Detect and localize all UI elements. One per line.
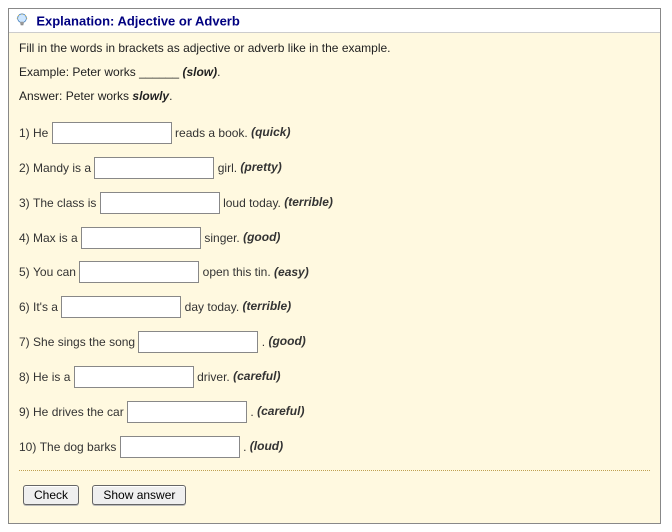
- question-number: 9): [19, 401, 30, 423]
- question-number: 6): [19, 296, 30, 318]
- answer-input-3[interactable]: [100, 192, 220, 214]
- question-before: You can: [33, 261, 76, 283]
- question-hint: (pretty): [240, 160, 281, 174]
- lightbulb-icon: [15, 13, 29, 27]
- answer-input-5[interactable]: [79, 261, 199, 283]
- question-before: Max is a: [33, 227, 78, 249]
- answer-input-6[interactable]: [61, 296, 181, 318]
- answer-label: Answer:: [19, 89, 62, 103]
- button-bar: Check Show answer: [19, 481, 650, 515]
- question-number: 7): [19, 331, 30, 353]
- question-row: 5) You can open this tin. (easy): [19, 261, 650, 284]
- question-number: 10): [19, 436, 36, 458]
- example-suffix: .: [217, 65, 220, 79]
- question-hint: (terrible): [243, 299, 292, 313]
- question-before: The class is: [33, 192, 96, 214]
- question-after: open this tin.: [203, 261, 271, 283]
- answer-input-2[interactable]: [94, 157, 214, 179]
- question-before: She sings the song: [33, 331, 135, 353]
- question-row: 8) He is a driver. (careful): [19, 365, 650, 388]
- question-after: .: [262, 331, 265, 353]
- question-row: 4) Max is a singer. (good): [19, 226, 650, 249]
- answer-before: Peter works: [66, 89, 129, 103]
- question-before: It's a: [33, 296, 58, 318]
- question-row: 1) He reads a book. (quick): [19, 121, 650, 144]
- answer-input-1[interactable]: [52, 122, 172, 144]
- question-after: girl.: [218, 157, 237, 179]
- question-after: driver.: [197, 366, 230, 388]
- show-answer-button[interactable]: Show answer: [92, 485, 186, 505]
- header: Explanation: Adjective or Adverb: [9, 9, 660, 33]
- question-hint: (loud): [250, 439, 283, 453]
- question-hint: (careful): [257, 404, 304, 418]
- question-list: 1) He reads a book. (quick) 2) Mandy is …: [19, 121, 650, 457]
- question-after: reads a book.: [175, 122, 248, 144]
- question-number: 3): [19, 192, 30, 214]
- instructions: Fill in the words in brackets as adjecti…: [19, 41, 650, 55]
- check-button[interactable]: Check: [23, 485, 79, 505]
- page-title: Explanation: Adjective or Adverb: [36, 13, 239, 28]
- question-hint: (careful): [233, 369, 280, 383]
- question-hint: (quick): [251, 125, 290, 139]
- divider: [19, 470, 650, 471]
- question-row: 9) He drives the car . (careful): [19, 400, 650, 423]
- question-hint: (good): [268, 334, 305, 348]
- example-blank: ______: [139, 65, 179, 79]
- question-row: 10) The dog barks . (loud): [19, 435, 650, 458]
- question-hint: (terrible): [284, 195, 333, 209]
- question-after: .: [243, 436, 246, 458]
- question-before: He: [33, 122, 48, 144]
- answer-input-7[interactable]: [138, 331, 258, 353]
- question-row: 3) The class is loud today. (terrible): [19, 191, 650, 214]
- question-after: loud today.: [223, 192, 281, 214]
- answer-em: slowly: [132, 89, 169, 103]
- example-line: Example: Peter works ______ (slow).: [19, 65, 650, 79]
- question-before: The dog barks: [40, 436, 117, 458]
- content: Fill in the words in brackets as adjecti…: [9, 33, 660, 522]
- question-after: day today.: [185, 296, 239, 318]
- answer-input-8[interactable]: [74, 366, 194, 388]
- question-number: 4): [19, 227, 30, 249]
- answer-input-4[interactable]: [81, 227, 201, 249]
- question-number: 8): [19, 366, 30, 388]
- example-prefix: Example: Peter works: [19, 65, 136, 79]
- question-row: 7) She sings the song . (good): [19, 330, 650, 353]
- question-number: 1): [19, 122, 30, 144]
- question-after: .: [250, 401, 253, 423]
- answer-line: Answer: Peter works slowly.: [19, 89, 650, 103]
- question-hint: (easy): [274, 265, 309, 279]
- question-before: He is a: [33, 366, 70, 388]
- question-row: 6) It's a day today. (terrible): [19, 295, 650, 318]
- question-number: 5): [19, 261, 30, 283]
- question-row: 2) Mandy is a girl. (pretty): [19, 156, 650, 179]
- question-number: 2): [19, 157, 30, 179]
- question-after: singer.: [204, 227, 239, 249]
- question-before: He drives the car: [33, 401, 124, 423]
- answer-after: .: [169, 89, 172, 103]
- exercise-card: Explanation: Adjective or Adverb Fill in…: [8, 8, 661, 524]
- answer-input-10[interactable]: [120, 436, 240, 458]
- example-hint: (slow): [182, 65, 217, 79]
- answer-input-9[interactable]: [127, 401, 247, 423]
- question-before: Mandy is a: [33, 157, 91, 179]
- question-hint: (good): [243, 230, 280, 244]
